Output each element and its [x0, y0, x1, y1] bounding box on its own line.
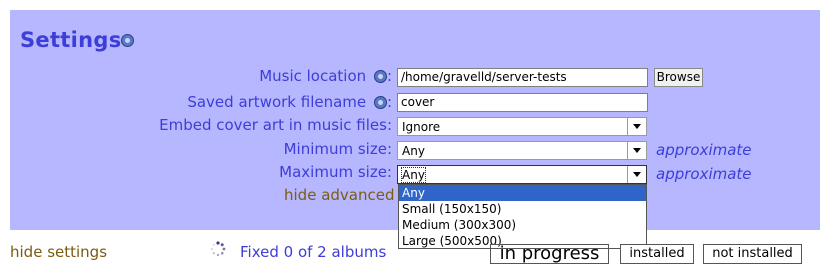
- embed-cover-select[interactable]: Ignore: [397, 117, 647, 136]
- artwork-filename-label: Saved artwork filename :: [187, 93, 392, 111]
- maximum-size-label: Maximum size:: [279, 163, 392, 181]
- browse-button[interactable]: Browse: [654, 68, 703, 87]
- music-location-input[interactable]: /home/gravelld/server-tests: [397, 68, 648, 87]
- music-location-label: Music location :: [259, 67, 392, 85]
- dropdown-option[interactable]: Medium (300x300): [399, 217, 646, 233]
- help-icon[interactable]: [373, 96, 387, 109]
- minimum-size-label: Minimum size:: [283, 140, 392, 158]
- labels-column: Music location : Saved artwork filename …: [0, 0, 392, 256]
- dropdown-option[interactable]: Small (150x150): [399, 201, 646, 217]
- loading-spinner-icon: [211, 241, 226, 257]
- hide-settings-link[interactable]: hide settings: [10, 243, 107, 261]
- embed-cover-label: Embed cover art in music files:: [159, 116, 392, 134]
- min-size-approximate-note: approximate: [656, 141, 752, 159]
- maximum-size-select[interactable]: Any: [397, 165, 647, 184]
- chevron-down-icon[interactable]: [627, 166, 646, 183]
- chevron-down-icon[interactable]: [627, 118, 646, 135]
- not-installed-button[interactable]: not installed: [703, 244, 802, 264]
- max-size-approximate-note: approximate: [656, 165, 752, 183]
- fix-status-text: Fixed 0 of 2 albums: [240, 243, 387, 261]
- hide-advanced-link[interactable]: hide advanced: [284, 186, 394, 204]
- minimum-size-select[interactable]: Any: [397, 141, 647, 160]
- maximum-size-dropdown-list: Any Small (150x150) Medium (300x300) Lar…: [398, 184, 647, 249]
- in-progress-button[interactable]: in progress: [490, 244, 609, 264]
- installed-button[interactable]: installed: [620, 244, 694, 264]
- dropdown-option[interactable]: Any: [399, 185, 646, 201]
- chevron-down-icon[interactable]: [627, 142, 646, 159]
- artwork-filename-input[interactable]: cover: [397, 93, 648, 112]
- help-icon[interactable]: [373, 70, 387, 83]
